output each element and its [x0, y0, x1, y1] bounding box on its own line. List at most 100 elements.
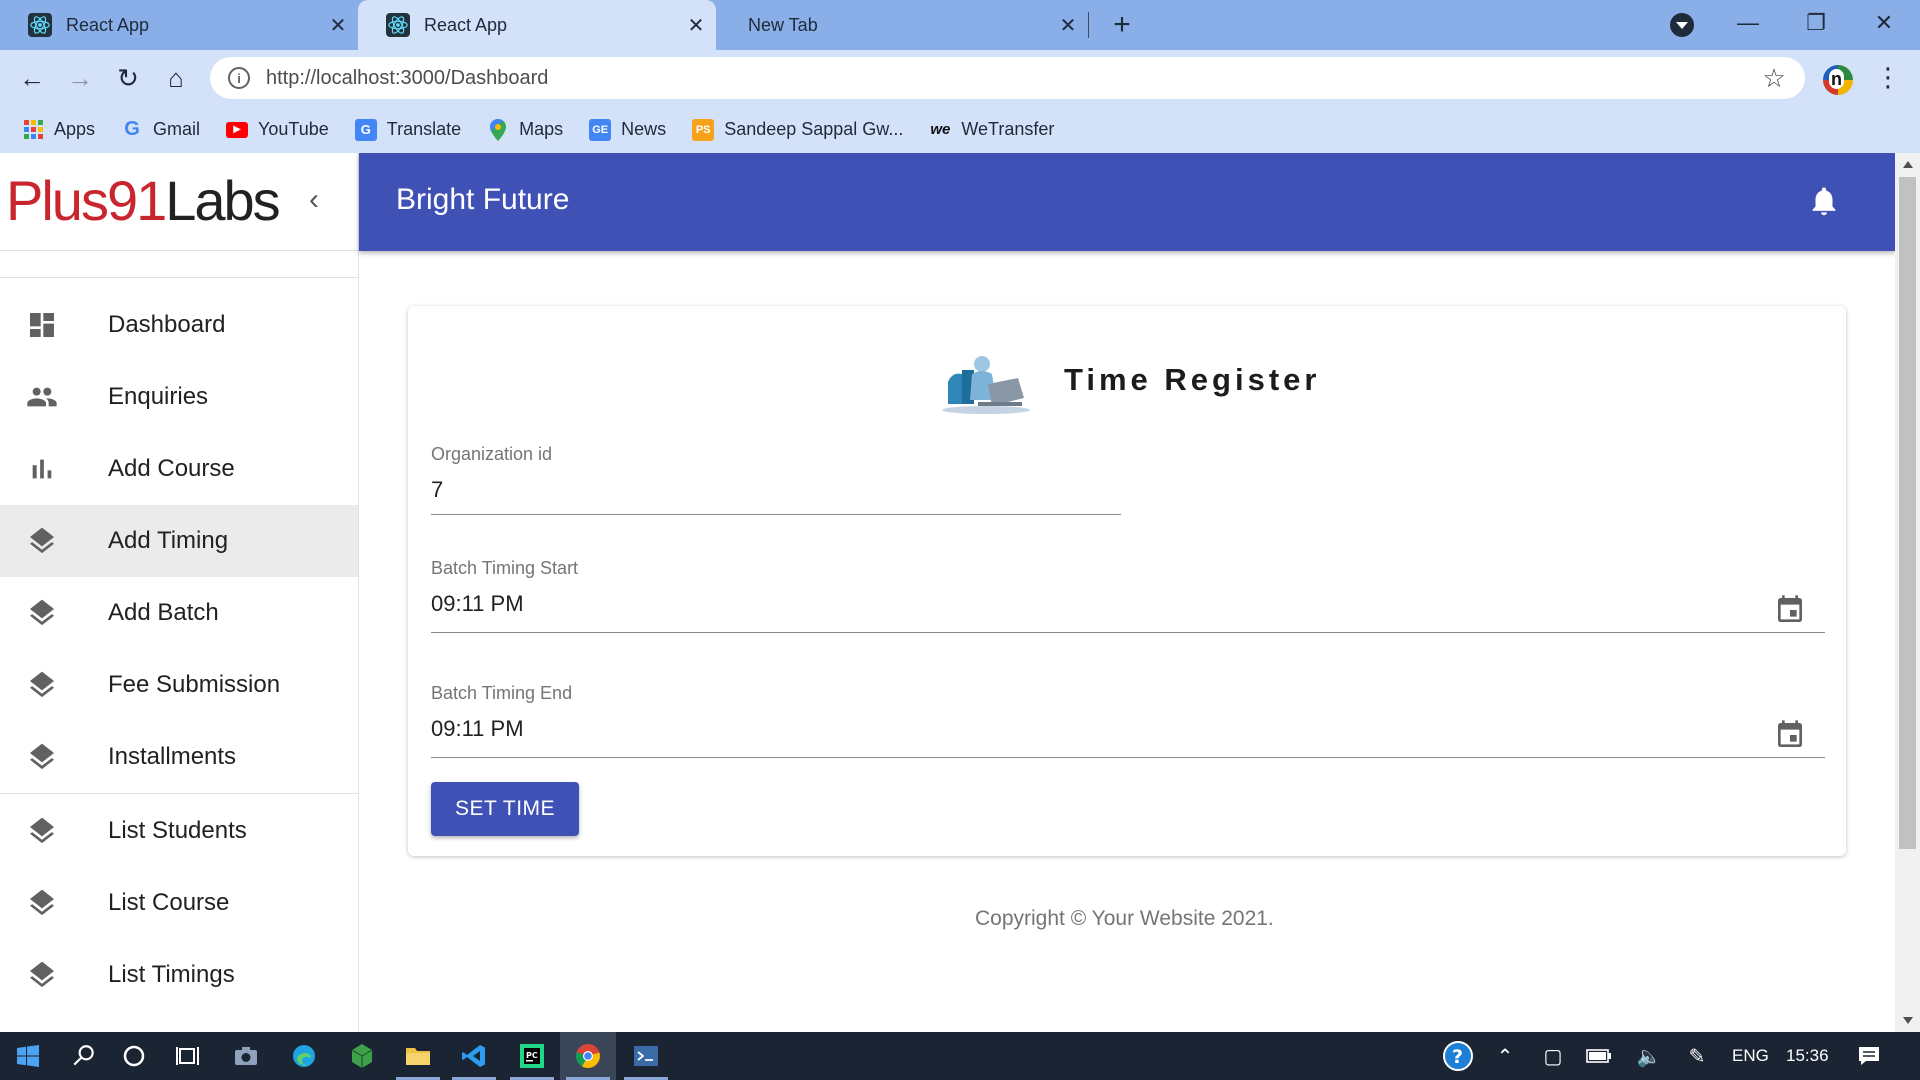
- sidebar-item-installments[interactable]: Installments: [0, 721, 358, 793]
- site-info-icon[interactable]: i: [228, 67, 250, 89]
- bookmark-apps[interactable]: Apps: [22, 119, 95, 141]
- terminal-app-icon[interactable]: [618, 1032, 674, 1080]
- layers-icon: [24, 523, 60, 559]
- organization-id-input[interactable]: 7: [431, 477, 1121, 503]
- bookmark-label: Apps: [54, 119, 96, 139]
- sidebar-item-fee-submission[interactable]: Fee Submission: [0, 649, 358, 721]
- bookmark-translate[interactable]: G Translate: [354, 118, 461, 141]
- layers-icon: [24, 813, 60, 849]
- battery-icon[interactable]: [1586, 1044, 1612, 1068]
- vscode-icon[interactable]: [446, 1032, 502, 1080]
- close-tab-icon[interactable]: ✕: [676, 13, 716, 38]
- browser-tab-active[interactable]: React App ✕: [358, 0, 716, 50]
- bookmark-gmail[interactable]: G Gmail: [121, 118, 201, 141]
- tab-title: New Tab: [748, 14, 818, 35]
- bookmark-maps[interactable]: Maps: [487, 118, 563, 141]
- back-icon[interactable]: ←: [12, 58, 52, 98]
- close-window-icon[interactable]: ✕: [1854, 0, 1914, 46]
- cortana-icon[interactable]: [106, 1032, 162, 1080]
- calendar-icon[interactable]: [1774, 594, 1806, 626]
- sidebar-item-add-timing[interactable]: Add Timing: [0, 505, 358, 577]
- bookmark-label: Sandeep Sappal Gw...: [724, 119, 904, 139]
- reload-icon[interactable]: ↻: [108, 58, 148, 98]
- notification-bell-icon[interactable]: [1807, 183, 1841, 219]
- layers-icon: [24, 739, 60, 775]
- react-icon: [28, 13, 52, 37]
- batch-end-field[interactable]: Batch Timing End 09:11 PM: [431, 683, 1825, 742]
- batch-start-input[interactable]: 09:11 PM: [431, 591, 1825, 617]
- volume-icon[interactable]: 🔈: [1636, 1044, 1662, 1068]
- bookmark-wetransfer[interactable]: we WeTransfer: [929, 119, 1054, 141]
- sidebar-item-label: Fee Submission: [108, 671, 281, 698]
- task-view-icon[interactable]: [160, 1032, 216, 1080]
- restore-icon[interactable]: ❐: [1786, 0, 1846, 46]
- sidebar-divider: [0, 277, 358, 278]
- extension-icon[interactable]: n: [1823, 65, 1853, 95]
- search-icon[interactable]: [56, 1032, 112, 1080]
- browser-tab[interactable]: React App ✕: [0, 0, 358, 50]
- card-header: Time Register: [938, 344, 1320, 416]
- forward-icon[interactable]: →: [60, 58, 100, 98]
- chevron-left-icon[interactable]: ‹: [296, 183, 332, 219]
- clock[interactable]: 15:36: [1786, 1046, 1829, 1066]
- sidebar-item-add-batch[interactable]: Add Batch: [0, 577, 358, 649]
- chevron-up-icon[interactable]: ⌃: [1492, 1044, 1518, 1068]
- page-scrollbar[interactable]: [1895, 153, 1920, 1032]
- sidebar-item-label: Installments: [108, 743, 237, 770]
- calendar-icon[interactable]: [1774, 719, 1806, 751]
- bookmark-sandeep[interactable]: PS Sandeep Sappal Gw...: [692, 118, 904, 141]
- app-bar: Bright Future: [359, 153, 1895, 251]
- bookmark-news[interactable]: GE News: [589, 118, 667, 141]
- sidebar-item-list-students[interactable]: List Students: [0, 795, 358, 867]
- new-tab-button[interactable]: +: [1104, 5, 1140, 45]
- scroll-thumb[interactable]: [1899, 177, 1916, 849]
- edge-icon[interactable]: [276, 1032, 332, 1080]
- sidebar: Plus91Labs ‹ Dashboard Enquiries Add Cou…: [0, 153, 359, 1032]
- close-tab-icon[interactable]: ✕: [318, 13, 358, 38]
- package-icon[interactable]: [334, 1032, 390, 1080]
- scroll-down-arrow-icon[interactable]: [1903, 1017, 1913, 1024]
- browser-toolbar: ← → ↻ ⌂ i http://localhost:3000/Dashboar…: [0, 50, 1920, 106]
- field-label: Organization id: [431, 444, 553, 464]
- chrome-icon[interactable]: [560, 1032, 616, 1080]
- sidebar-item-list-timings[interactable]: List Timings: [0, 939, 358, 1011]
- help-icon[interactable]: ?: [1442, 1040, 1474, 1072]
- field-underline: [431, 632, 1825, 633]
- meet-now-icon[interactable]: ▢: [1540, 1044, 1566, 1068]
- field-underline: [431, 757, 1825, 758]
- language-indicator[interactable]: ENG: [1732, 1046, 1769, 1066]
- dashboard-icon: [24, 307, 60, 343]
- close-tab-icon[interactable]: ✕: [1048, 13, 1088, 38]
- bookmark-youtube[interactable]: ▶ YouTube: [226, 119, 329, 140]
- pen-icon[interactable]: ✎: [1684, 1044, 1710, 1068]
- address-bar[interactable]: i http://localhost:3000/Dashboard ☆: [210, 57, 1805, 99]
- sidebar-item-dashboard[interactable]: Dashboard: [0, 289, 358, 361]
- tab-search-icon[interactable]: [1670, 13, 1694, 37]
- bar-chart-icon: [24, 451, 60, 487]
- sidebar-item-add-course[interactable]: Add Course: [0, 433, 358, 505]
- bookmark-label: Gmail: [153, 119, 201, 139]
- set-time-button[interactable]: SET TIME: [431, 782, 579, 836]
- sidebar-item-list-course[interactable]: List Course: [0, 867, 358, 939]
- sidebar-item-label: Add Batch: [108, 599, 219, 626]
- camera-icon[interactable]: [218, 1032, 274, 1080]
- organization-id-field[interactable]: Organization id 7: [431, 444, 1121, 503]
- scroll-up-arrow-icon[interactable]: [1903, 161, 1913, 168]
- minimize-icon[interactable]: —: [1718, 0, 1778, 46]
- svg-text:PC: PC: [526, 1051, 538, 1060]
- bookmark-star-icon[interactable]: ☆: [1759, 63, 1789, 94]
- file-explorer-icon[interactable]: [390, 1032, 446, 1080]
- windows-start-icon[interactable]: [0, 1032, 56, 1080]
- url-text[interactable]: http://localhost:3000/Dashboard: [266, 67, 1759, 90]
- browser-tab[interactable]: New Tab ✕: [730, 0, 1088, 50]
- sidebar-item-label: Add Course: [108, 455, 235, 482]
- home-icon[interactable]: ⌂: [156, 58, 196, 98]
- pycharm-icon[interactable]: PC: [504, 1032, 560, 1080]
- sidebar-item-label: List Timings: [108, 961, 235, 988]
- notifications-icon[interactable]: [1856, 1044, 1882, 1068]
- batch-start-field[interactable]: Batch Timing Start 09:11 PM: [431, 558, 1825, 617]
- batch-end-input[interactable]: 09:11 PM: [431, 716, 1825, 742]
- sidebar-item-enquiries[interactable]: Enquiries: [0, 361, 358, 433]
- browser-menu-icon[interactable]: ⋮: [1875, 60, 1901, 96]
- bookmark-label: News: [621, 119, 667, 139]
